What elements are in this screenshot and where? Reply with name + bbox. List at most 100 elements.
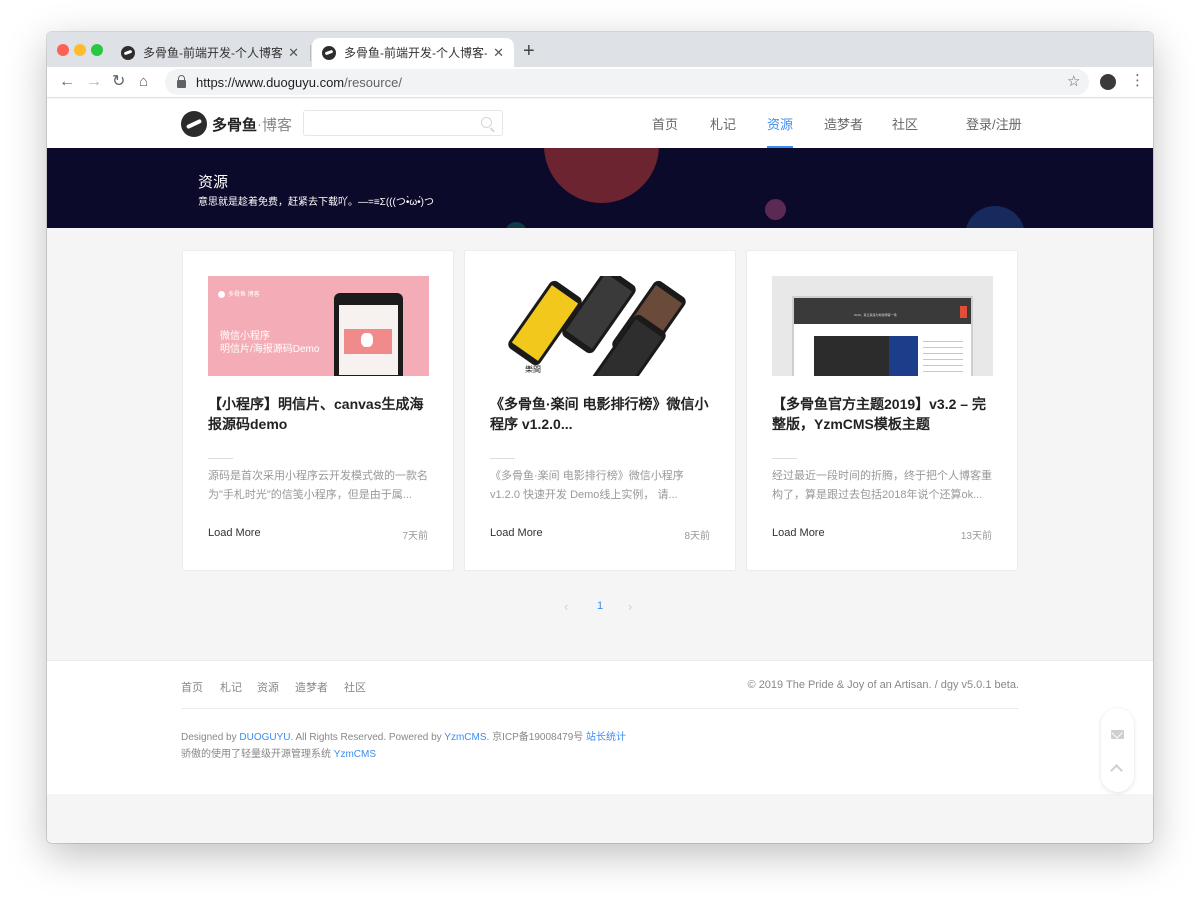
page-title: 资源 — [198, 174, 229, 191]
footer-link-home[interactable]: 首页 — [181, 679, 203, 695]
site-favicon-icon — [121, 45, 135, 60]
nav-resources[interactable]: 资源 — [767, 99, 794, 148]
lock-icon — [177, 75, 186, 88]
card-excerpt: 《多骨鱼·楽间 电影排行榜》微信小程序 v1.2.0 快速开发 Demo线上实例… — [490, 470, 684, 501]
preview-image — [814, 336, 889, 376]
pagination-next-icon[interactable]: › — [628, 599, 632, 614]
resource-card[interactable]: 多骨鱼 博客 微信小程序 明信片/海报源码Demo 【小程序】明信片、canva… — [182, 250, 454, 571]
deer-icon — [361, 333, 373, 347]
footer-credits: Designed by DUOGUYU. All Rights Reserved… — [181, 728, 626, 743]
footer-link-resources[interactable]: 资源 — [257, 679, 279, 695]
search-icon[interactable] — [481, 117, 492, 128]
browser-window: 多骨鱼-前端开发-个人博客-模版 ✕ 多骨鱼-前端开发-个人博客-模版 ✕ + … — [47, 32, 1153, 843]
card-thumbnail[interactable]: 2019，就让我来为你建博客一场 — [772, 276, 993, 376]
stats-link[interactable]: 站长统计 — [586, 732, 626, 743]
page-subtitle: 意思就是趁着免费，赶紧去下载吖。—=≡Σ(((つ•̀ω•́)つ — [198, 197, 434, 208]
nav-notes[interactable]: 札记 — [710, 99, 736, 148]
maximize-window-button[interactable] — [91, 44, 103, 56]
preview-image — [889, 336, 918, 376]
pagination-current-page[interactable]: 1 — [597, 600, 603, 612]
nav-community[interactable]: 社区 — [892, 99, 918, 148]
card-date: 7天前 — [402, 531, 428, 542]
footer-divider — [181, 708, 1019, 709]
back-to-top-icon[interactable] — [1110, 764, 1123, 777]
tab-strip: 多骨鱼-前端开发-个人博客-模版 ✕ 多骨鱼-前端开发-个人博客-模版 ✕ + — [47, 32, 1153, 67]
yzmcms-link[interactable]: YzmCMS — [444, 732, 486, 743]
footer-link-community[interactable]: 社区 — [344, 679, 366, 695]
browser-tab-2-active[interactable]: 多骨鱼-前端开发-个人博客-模版 ✕ — [312, 38, 514, 67]
nav-home[interactable]: 首页 — [652, 99, 678, 148]
decorative-circle — [965, 206, 1025, 228]
card-thumbnail[interactable]: 多骨鱼 博客 微信小程序 明信片/海报源码Demo — [208, 276, 429, 376]
page-banner: 资源 意思就是趁着免费，赶紧去下载吖。—=≡Σ(((つ•̀ω•́)つ — [47, 148, 1153, 228]
cms-note-text: 骄傲的使用了轻量级开源管理系统 — [181, 749, 331, 760]
rights-text: . All Rights Reserved. Powered by — [290, 732, 442, 743]
card-title[interactable]: 【多骨鱼官方主题2019】v3.2 – 完整版，YzmCMS模板主题 — [772, 394, 997, 434]
page-bottom — [47, 794, 1153, 843]
minimize-window-button[interactable] — [74, 44, 86, 56]
footer-link-notes[interactable]: 札记 — [220, 679, 242, 695]
tab-title: 多骨鱼-前端开发-个人博客-模版 — [143, 46, 283, 60]
tab-close-icon[interactable]: ✕ — [493, 45, 504, 61]
load-more-link[interactable]: Load More — [208, 527, 261, 539]
floating-toolbar — [1101, 708, 1134, 792]
resource-card[interactable]: 2019，就让我来为你建博客一场 【多骨鱼官方主题2019】v3.2 – 完整版… — [746, 250, 1018, 571]
site-logo[interactable]: 多骨鱼 · 博客 — [181, 111, 292, 137]
browser-tab-1[interactable]: 多骨鱼-前端开发-个人博客-模版 ✕ — [111, 38, 309, 67]
designer-link[interactable]: DUOGUYU — [239, 732, 290, 743]
resource-list: 多骨鱼 博客 微信小程序 明信片/海报源码Demo 【小程序】明信片、canva… — [47, 228, 1153, 660]
fish-logo-icon — [181, 111, 207, 137]
tab-title: 多骨鱼-前端开发-个人博客-模版 — [344, 46, 488, 60]
card-divider — [208, 458, 233, 459]
load-more-link[interactable]: Load More — [490, 527, 543, 539]
site-favicon-icon — [322, 45, 336, 60]
card-excerpt: 源码是首次采用小程序云开发模式做的一款名为"手札时光"的信笺小程序，但是由于属.… — [208, 470, 428, 501]
thumb-brand: 多骨鱼 博客 — [218, 289, 260, 298]
url-host: https://www.duoguyu.com — [196, 74, 345, 90]
login-register-link[interactable]: 登录/注册 — [966, 99, 1022, 148]
preview-sidebar — [923, 336, 963, 376]
decorative-circle — [544, 148, 659, 203]
card-date: 8天前 — [684, 531, 710, 542]
site-header: 多骨鱼 · 博客 首页 札记 资源 造梦者 社区 登录/注册 — [47, 99, 1153, 148]
reload-icon[interactable]: ↻ — [112, 71, 125, 93]
resource-card[interactable]: 樂間 《多骨鱼·楽间 电影排行榜》微信小程序 v1.2.0... 《多骨鱼·楽间… — [464, 250, 736, 571]
icp-text: . 京ICP备19008479号 — [486, 732, 584, 743]
footer-link-dreamers[interactable]: 造梦者 — [295, 679, 328, 695]
bookmark-star-icon[interactable]: ☆ — [1067, 72, 1080, 90]
new-tab-button[interactable]: + — [523, 39, 535, 63]
decorative-circle — [765, 199, 786, 220]
card-excerpt: 经过最近一段时间的折腾，终于把个人博客重构了，算是跟过去包括2018年说个还算o… — [772, 470, 992, 501]
site-header-preview — [794, 298, 971, 324]
pagination-prev-icon[interactable]: ‹ — [564, 599, 568, 614]
site-footer: 首页 札记 资源 造梦者 社区 © 2019 The Pride & Joy o… — [47, 660, 1153, 794]
browser-toolbar: ← → ↻ ⌂ https://www.duoguyu.com /resourc… — [47, 67, 1153, 98]
copyright-text: © 2019 The Pride & Joy of an Artisan. / … — [747, 679, 1019, 691]
thumb-header-text: 2019，就让我来为你建博客一场 — [854, 313, 897, 317]
nav-dreamers[interactable]: 造梦者 — [824, 99, 863, 148]
thumb-brand: 樂間 — [525, 365, 541, 374]
load-more-link[interactable]: Load More — [772, 527, 825, 539]
footer-cms-note: 骄傲的使用了轻量级开源管理系统 YzmCMS — [181, 745, 376, 760]
logo-name: 多骨鱼 — [212, 116, 258, 134]
back-arrow-icon[interactable]: ← — [59, 71, 75, 93]
card-divider — [490, 458, 515, 459]
tab-separator — [310, 45, 311, 61]
address-bar[interactable]: https://www.duoguyu.com /resource/ — [165, 69, 1089, 95]
forward-arrow-icon[interactable]: → — [86, 71, 102, 93]
browser-menu-icon[interactable]: ⋮ — [1130, 71, 1145, 89]
card-thumbnail[interactable]: 樂間 — [490, 276, 711, 376]
profile-avatar[interactable] — [1100, 74, 1116, 90]
card-title[interactable]: 《多骨鱼·楽间 电影排行榜》微信小程序 v1.2.0... — [490, 394, 715, 434]
designed-by-label: Designed by — [181, 732, 237, 743]
close-window-button[interactable] — [57, 44, 69, 56]
mail-icon[interactable] — [1111, 730, 1124, 739]
thumb-caption-line2: 明信片/海报源码Demo — [220, 344, 320, 355]
card-date: 13天前 — [960, 531, 992, 542]
home-icon[interactable]: ⌂ — [139, 71, 148, 93]
search-input[interactable] — [303, 110, 503, 136]
yzmcms-link-2[interactable]: YzmCMS — [334, 749, 376, 760]
card-title[interactable]: 【小程序】明信片、canvas生成海报源码demo — [208, 394, 433, 434]
tab-close-icon[interactable]: ✕ — [288, 45, 299, 61]
card-divider — [772, 458, 797, 459]
